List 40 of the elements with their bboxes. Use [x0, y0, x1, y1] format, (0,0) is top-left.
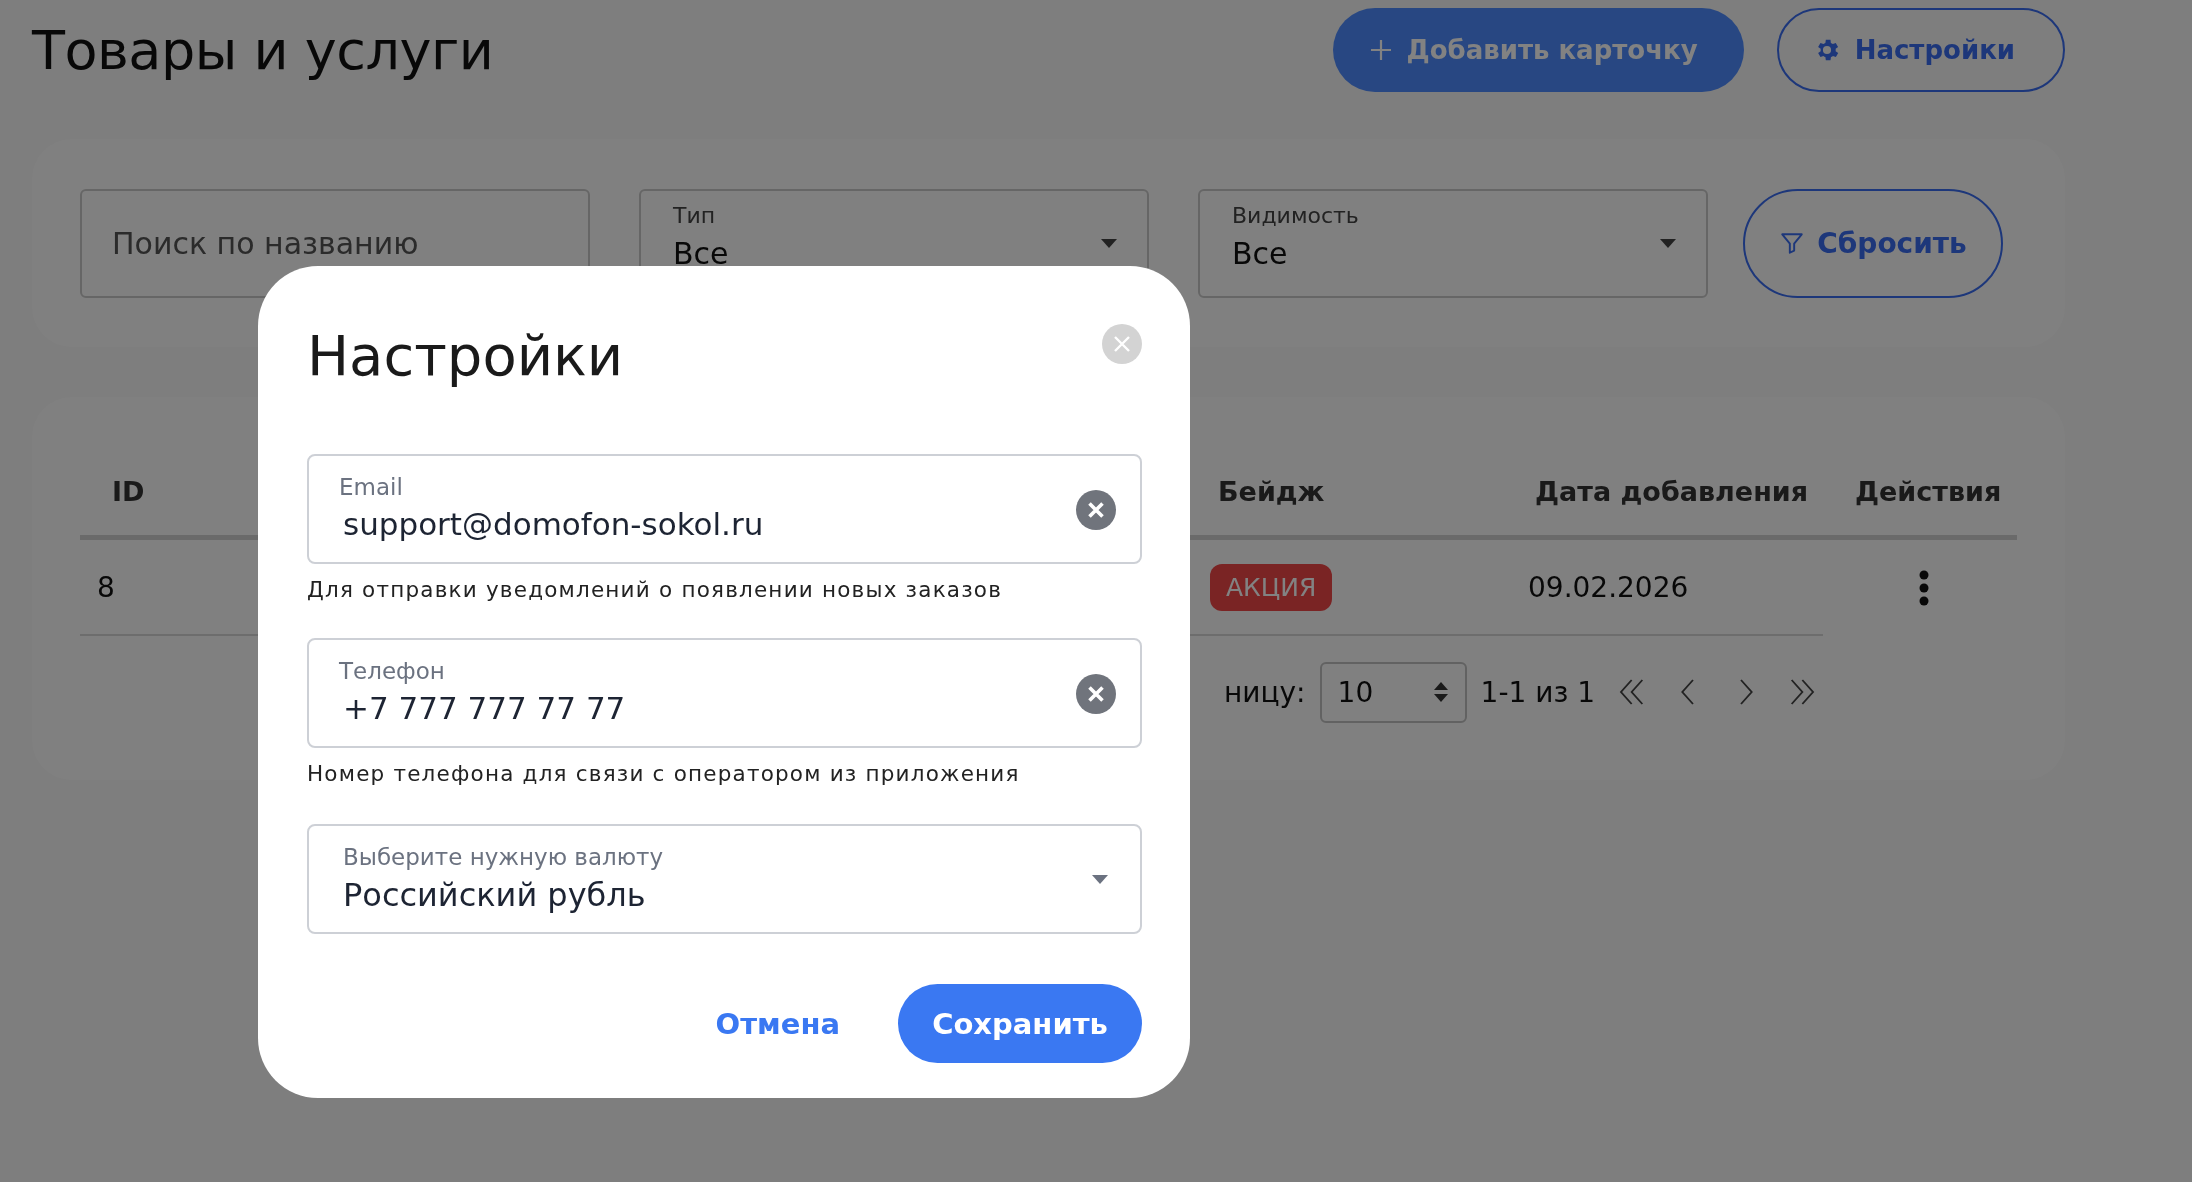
select-label: Тип [673, 202, 716, 228]
rows-per-page-select[interactable]: 10 [1319, 661, 1467, 723]
helper-text: Номер телефона для связи с оператором из приложения [307, 761, 1021, 786]
clear-icon[interactable] [1076, 674, 1116, 714]
field-value: +7 777 777 77 77 [343, 690, 626, 726]
field-label: Email [339, 474, 403, 500]
plus-icon [1368, 38, 1393, 62]
helper-text: Для отправки уведомлений о появлении новых заказов [307, 577, 1004, 602]
settings-button[interactable]: Настройки [1776, 8, 2065, 92]
rows-per-page-label: ницу: [1224, 675, 1306, 709]
sort-arrows-icon [1432, 680, 1449, 704]
clear-icon[interactable] [1076, 490, 1116, 530]
page-title: Товары и услуги [32, 18, 494, 82]
currency-select[interactable]: Выберите нужную валюту Российский рубль [307, 824, 1142, 934]
field-label: Выберите нужную валюту [343, 844, 664, 870]
select-label: Видимость [1232, 202, 1359, 228]
reset-button[interactable]: Сбросить [1743, 188, 2003, 298]
select-value: Все [673, 235, 729, 271]
caret-down-icon [1660, 238, 1676, 248]
filter-icon [1779, 230, 1806, 256]
more-vertical-icon[interactable] [1919, 570, 1929, 606]
save-button[interactable]: Сохранить [898, 984, 1142, 1063]
promo-badge: АКЦИЯ [1210, 563, 1333, 611]
field-value: support@domofon-sokol.ru [343, 506, 764, 542]
cancel-button[interactable]: Отмена [715, 998, 840, 1049]
column-header: Действия [1823, 447, 2017, 540]
caret-down-icon [1101, 238, 1117, 248]
field-value: Российский рубль [343, 876, 646, 914]
field-label: Телефон [339, 658, 445, 684]
caret-down-icon [1092, 875, 1108, 884]
select-value: 10 [1337, 675, 1374, 709]
page-range: 1-1 из 1 [1480, 675, 1595, 709]
select-value: Все [1232, 235, 1288, 271]
input-field[interactable]: Телефон +7 777 777 77 77 [307, 638, 1142, 748]
filter-select[interactable]: Видимость Все [1198, 188, 1708, 298]
input-field[interactable]: Email support@domofon-sokol.ru [307, 454, 1142, 564]
column-header: Дата добавления [1503, 447, 1823, 540]
date-cell: 09.02.2026 [1503, 540, 1823, 636]
dialog-title: Настройки [307, 321, 624, 390]
search-field[interactable]: Поиск по названию [80, 188, 590, 298]
